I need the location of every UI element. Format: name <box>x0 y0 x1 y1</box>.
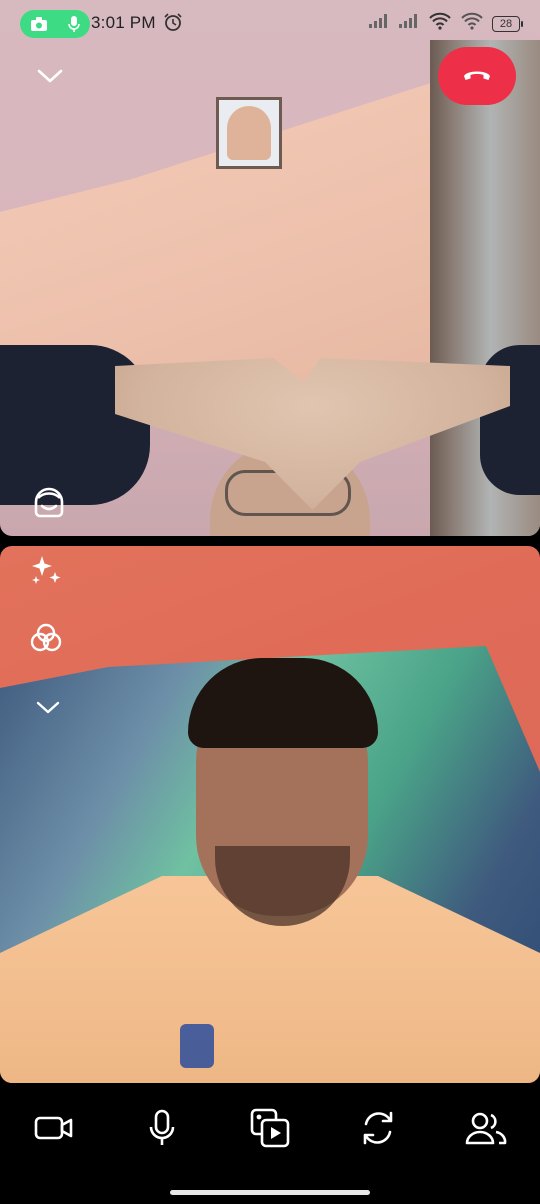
call-toolbar <box>0 1090 540 1170</box>
wifi-icon <box>460 12 484 35</box>
remote-person-hands <box>0 345 540 525</box>
self-video-feed[interactable] <box>0 546 540 1083</box>
participants-button[interactable] <box>459 1103 513 1157</box>
battery-icon: 28 <box>492 15 523 32</box>
flip-camera-button[interactable] <box>351 1103 405 1157</box>
filters-button[interactable] <box>26 620 66 660</box>
effects-button[interactable] <box>26 552 66 592</box>
video-camera-icon <box>33 1113 75 1148</box>
chevron-down-icon <box>36 67 64 90</box>
filters-icon <box>28 620 64 661</box>
share-media-icon <box>250 1108 290 1153</box>
face-effects-icon <box>30 482 68 525</box>
sparkle-icon <box>28 552 64 593</box>
participants-icon <box>465 1110 507 1151</box>
face-effects-button[interactable] <box>26 480 72 526</box>
status-bar: 3:01 PM 28 <box>0 0 540 46</box>
alarm-icon <box>163 12 183 37</box>
wifi-icon <box>428 12 452 35</box>
battery-level: 28 <box>499 17 513 30</box>
wall-photo-frame <box>216 97 282 169</box>
collapse-effects-button[interactable] <box>30 692 66 728</box>
shirt-logo <box>180 1024 214 1068</box>
recording-indicator <box>20 10 90 38</box>
camera-toggle-button[interactable] <box>27 1103 81 1157</box>
camera-icon <box>30 16 48 32</box>
flip-camera-icon <box>358 1108 398 1153</box>
share-media-button[interactable] <box>243 1103 297 1157</box>
status-time: 3:01 PM <box>91 13 156 32</box>
chevron-down-icon <box>35 700 61 721</box>
collapse-call-button[interactable] <box>30 60 70 96</box>
end-call-button[interactable] <box>438 47 516 105</box>
signal-icon <box>398 13 420 34</box>
mic-icon <box>67 15 81 33</box>
signal-icon <box>368 13 390 34</box>
microphone-icon <box>147 1109 177 1152</box>
microphone-toggle-button[interactable] <box>135 1103 189 1157</box>
home-indicator[interactable] <box>170 1190 370 1195</box>
end-call-icon <box>462 66 492 87</box>
